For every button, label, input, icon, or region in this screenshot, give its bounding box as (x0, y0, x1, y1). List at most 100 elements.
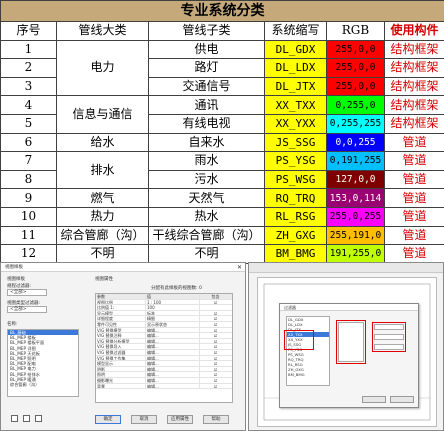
cell-component: 管道 (383, 169, 444, 190)
template-name-item[interactable]: 综合管廊（沟） (8, 382, 78, 387)
property-value[interactable]: 标准 (146, 310, 200, 316)
header-no: 序号 (0, 21, 57, 41)
table-row: 7 排水 雨水 PS_YSG 0,191,255 管道 (0, 151, 444, 190)
cell-no: 9 (0, 188, 57, 208)
property-name: 照明 (96, 372, 146, 377)
property-value[interactable]: 100 (146, 305, 200, 310)
cell-rgb-swatch: 127,0,0 (326, 169, 385, 190)
include-checkbox[interactable]: ☑ (200, 300, 230, 304)
cell-category: 不明 (56, 244, 149, 264)
property-name: V/G 替换分析模型 (96, 338, 146, 344)
include-checkbox[interactable]: ☑ (200, 344, 230, 349)
filters-cancel-button[interactable] (390, 396, 414, 403)
view-properties-grid[interactable]: 参数 值 包含 视图比例 1 : 100 ☑ 比例值 1: 100 显示模型 标准 ☑ 详细程度… (95, 293, 233, 403)
property-value[interactable]: 显示原状态 (146, 321, 200, 327)
filter-list-item[interactable]: BM_BMG (287, 372, 329, 377)
close-icon[interactable]: ✕ (237, 264, 242, 271)
property-name: 模型显示 (96, 361, 146, 366)
help-button[interactable]: 帮助 (203, 415, 229, 424)
include-checkbox[interactable]: ☑ (200, 333, 230, 337)
property-value[interactable]: 编辑... (146, 383, 200, 389)
cell-subcategory: 雨水 (148, 151, 265, 171)
property-row[interactable]: 背景 编辑... ☑ (96, 383, 232, 390)
filters-ok-button[interactable] (362, 396, 386, 403)
table-row: 12 不明 不明 BM_BMG 191,255,0 管道 (0, 244, 444, 264)
include-checkbox[interactable]: ☑ (200, 339, 230, 343)
include-checkbox[interactable]: ☑ (200, 372, 230, 377)
cell-component: 管道 (383, 151, 444, 171)
property-name: 阴影 (96, 366, 146, 372)
property-value[interactable]: 编辑... (146, 372, 200, 377)
discipline-filter-select[interactable]: <全部> (7, 289, 47, 296)
property-value[interactable]: 编辑... (146, 327, 200, 333)
include-checkbox[interactable]: ☑ (200, 367, 230, 371)
cell-subcategory: 路灯 (148, 58, 265, 78)
categories-list[interactable] (338, 322, 364, 362)
cell-component: 管道 (383, 188, 444, 208)
apply-properties-button[interactable]: 应用属性 (167, 415, 193, 424)
filter-list[interactable]: DL_GDX DL_LDX DL_JTX XX_TXX XX_YXX JS_SSG PS_Y… (286, 316, 330, 386)
cell-component: 结构框架 (383, 95, 444, 115)
duplicate-icon[interactable] (11, 415, 18, 422)
property-name: V/G 替换注释 (96, 333, 146, 338)
cell-rgb-swatch: 0,255,0 (326, 95, 385, 115)
property-value[interactable]: 精细 (146, 316, 200, 321)
cell-component: 结构框架 (383, 39, 444, 60)
rule-operator-select[interactable] (374, 334, 404, 340)
property-value[interactable]: 编辑... (146, 349, 200, 355)
include-checkbox[interactable]: ☑ (200, 361, 230, 365)
property-value[interactable]: 编辑... (146, 377, 200, 383)
cell-abbreviation: RL_RSG (264, 206, 327, 227)
include-checkbox[interactable] (200, 305, 230, 310)
cell-subcategory: 自来水 (148, 132, 265, 153)
property-value[interactable]: 编辑... (146, 344, 200, 349)
property-value[interactable]: 编辑... (146, 366, 200, 372)
template-name-list[interactable]: BL_基础 BL_MEP 楼板 BL_MEP 楼板平面 BL_MEP 详图 BL_MEP… (7, 329, 79, 397)
ribbon-toolbar[interactable] (249, 263, 443, 273)
property-name: 背景 (96, 383, 146, 389)
property-value[interactable]: 编辑... (146, 361, 200, 366)
cell-category: 电力 (56, 39, 149, 97)
include-checkbox[interactable]: ☑ (200, 350, 230, 354)
include-checkbox[interactable]: ☑ (200, 356, 230, 360)
include-checkbox[interactable]: ☑ (200, 384, 230, 388)
cell-subcategory: 干线综合管廊（沟） (148, 225, 265, 246)
view-template-dialog: 视图样板 ✕ 视图样板 规程过滤器: <全部> 视图类型过滤器: <全部> 名称… (0, 262, 246, 431)
table-row: 6 给水 自来水 JS_SSG 0,0,255 管道 (0, 132, 444, 153)
property-value[interactable]: 编辑... (146, 333, 200, 338)
include-checkbox[interactable]: ☑ (200, 322, 230, 326)
rule-value-input[interactable] (374, 344, 404, 350)
cell-no: 3 (0, 76, 57, 97)
rename-icon[interactable] (23, 415, 30, 422)
property-value[interactable]: 1 : 100 (146, 299, 200, 305)
header-subcategory: 管线子类 (148, 21, 265, 41)
cell-abbreviation: BM_BMG (264, 244, 327, 264)
include-checkbox[interactable]: ☑ (200, 328, 230, 332)
include-checkbox[interactable]: ☑ (200, 316, 230, 321)
ok-button[interactable]: 确定 (95, 415, 121, 424)
rule-field-select[interactable] (374, 324, 404, 330)
cell-component: 结构框架 (383, 76, 444, 97)
table-row: 1 电力 供电 DL_GDX 255,0,0 结构框架 (0, 39, 444, 97)
cell-rgb-swatch: 0,0,255 (326, 132, 385, 153)
cell-component: 管道 (383, 132, 444, 153)
property-value[interactable]: 编辑... (146, 338, 200, 344)
cell-abbreviation: DL_GDX (264, 39, 327, 60)
cell-abbreviation: PS_WSG (264, 169, 327, 190)
cell-subcategory: 供电 (148, 39, 265, 60)
property-name: V/G 替换模型 (96, 327, 146, 333)
cell-no: 10 (0, 206, 57, 227)
property-value[interactable]: 编辑... (146, 355, 200, 361)
cell-no: 5 (0, 113, 57, 134)
property-name: 零件可见性 (96, 321, 146, 327)
cell-abbreviation: XX_TXX (264, 95, 327, 115)
cell-rgb-swatch: 0,191,255 (326, 151, 385, 171)
include-checkbox[interactable]: ☑ (200, 378, 230, 382)
highlight-box-filter-list (284, 330, 314, 350)
view-type-filter-select[interactable]: <全部> (7, 306, 47, 313)
cancel-button[interactable]: 取消 (131, 415, 157, 424)
cell-subcategory: 不明 (148, 244, 265, 264)
include-checkbox[interactable]: ☑ (200, 311, 230, 315)
cell-subcategory: 通讯 (148, 95, 265, 115)
delete-icon[interactable] (35, 415, 42, 422)
